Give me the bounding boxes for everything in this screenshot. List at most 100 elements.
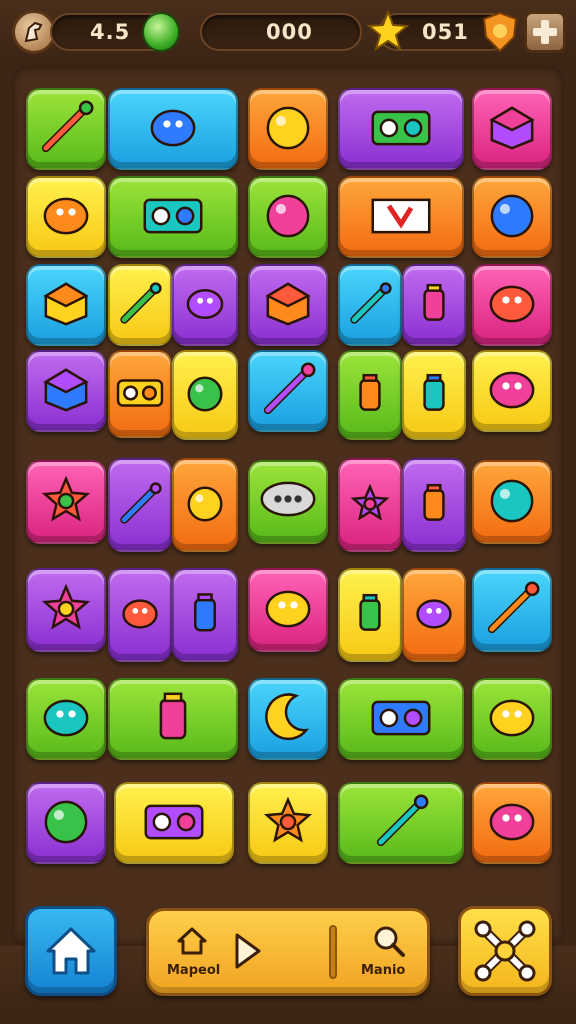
center-value: 000	[266, 20, 313, 44]
tile-green[interactable]	[248, 460, 328, 544]
pear-icon	[490, 194, 534, 238]
radio-icon	[371, 110, 431, 146]
bug-icon	[122, 599, 158, 629]
tile-purple[interactable]	[248, 264, 328, 346]
caterpillar-icon	[489, 803, 535, 841]
tile-purple[interactable]	[26, 782, 106, 864]
tile-yellow[interactable]	[472, 350, 552, 432]
tile-cyan[interactable]	[248, 678, 328, 760]
tile-orange[interactable]	[472, 460, 552, 544]
tile-purple[interactable]	[26, 568, 106, 652]
tile-pink[interactable]	[26, 460, 106, 544]
cube-icon	[265, 282, 311, 326]
tile-cyan[interactable]	[108, 88, 238, 170]
bucket-and-tool-icon	[150, 109, 196, 147]
tile-yellow[interactable]	[26, 176, 106, 258]
magnifier-icon[interactable]	[371, 923, 407, 959]
wand-icon	[120, 482, 162, 524]
tile-yellow[interactable]	[108, 264, 172, 346]
tile-green[interactable]	[26, 88, 106, 170]
ghost-icon	[265, 590, 311, 628]
camera-icon	[116, 379, 164, 407]
gear-icon	[41, 475, 91, 522]
lemon-icon	[44, 800, 88, 844]
green-gem-icon[interactable]	[142, 12, 180, 52]
stars-value: 051	[422, 20, 469, 44]
tile-cyan[interactable]	[472, 568, 552, 652]
tile-cyan[interactable]	[248, 350, 328, 432]
flag-icon	[371, 198, 431, 234]
tile-yellow[interactable]	[172, 350, 238, 440]
tile-green[interactable]	[26, 678, 106, 760]
tile-purple[interactable]	[172, 568, 238, 662]
target-icon	[490, 479, 534, 523]
plus-icon	[533, 20, 557, 44]
tile-yellow[interactable]	[248, 782, 328, 864]
tile-green[interactable]	[248, 176, 328, 258]
bread-icon	[43, 282, 89, 326]
tile-yellow[interactable]	[114, 782, 234, 864]
potion-icon	[423, 483, 445, 521]
honey-jar-icon	[159, 692, 187, 740]
tile-pink[interactable]	[248, 568, 328, 652]
crayon-icon	[487, 581, 540, 634]
tile-orange[interactable]	[338, 176, 464, 258]
tile-purple[interactable]	[108, 568, 172, 662]
rings-icon	[43, 197, 89, 235]
tile-purple[interactable]	[402, 458, 466, 552]
shield-icon	[482, 11, 518, 53]
tile-purple[interactable]	[338, 88, 464, 170]
settings-button[interactable]	[458, 906, 552, 996]
lollipop-icon	[263, 362, 316, 415]
center-counter: 000	[200, 13, 362, 51]
play-icon[interactable]	[231, 931, 265, 971]
tile-purple[interactable]	[26, 350, 106, 432]
tile-orange[interactable]	[108, 350, 172, 438]
home-icon	[46, 927, 96, 975]
jar-icon	[423, 373, 445, 411]
pencil-icon	[350, 282, 392, 324]
tile-cyan[interactable]	[338, 264, 402, 346]
carrot-icon	[120, 282, 162, 324]
home-button[interactable]	[25, 906, 117, 996]
lives-value: 4.5	[90, 20, 131, 44]
tile-orange[interactable]	[402, 568, 466, 662]
tile-orange[interactable]	[472, 176, 552, 258]
tile-orange[interactable]	[472, 782, 552, 864]
tube-icon	[423, 283, 445, 321]
tile-green[interactable]	[338, 678, 464, 760]
tile-orange[interactable]	[248, 88, 328, 170]
tile-green[interactable]	[338, 782, 464, 864]
tile-orange[interactable]	[172, 458, 238, 552]
tile-green[interactable]	[108, 176, 238, 258]
sun-icon	[263, 796, 313, 843]
tile-green[interactable]	[338, 350, 402, 440]
add-button[interactable]	[524, 11, 566, 53]
tile-yellow[interactable]	[402, 350, 466, 440]
tile-green[interactable]	[108, 678, 238, 760]
sword-icon	[376, 794, 429, 847]
chess-piece-icon	[359, 593, 381, 631]
bottle-icon	[359, 373, 381, 411]
home-small-icon[interactable]	[175, 925, 209, 957]
box-icon	[489, 106, 535, 150]
cheese-icon	[43, 368, 89, 412]
leaf-icon	[43, 699, 89, 737]
panel-left-label[interactable]: Mapeol	[167, 963, 220, 978]
tile-purple[interactable]	[402, 264, 466, 346]
tile-green[interactable]	[472, 678, 552, 760]
moon-icon	[265, 693, 309, 741]
star-icon	[366, 10, 410, 52]
tile-pink[interactable]	[472, 88, 552, 170]
panel-right-label[interactable]: Manio	[361, 963, 405, 978]
tile-cyan[interactable]	[26, 264, 106, 346]
tile-pink[interactable]	[472, 264, 552, 346]
tile-pink[interactable]	[338, 458, 402, 552]
star-tile-icon	[41, 583, 91, 630]
ball-icon	[266, 106, 310, 150]
tile-yellow[interactable]	[338, 568, 402, 662]
capsule-icon	[186, 288, 224, 320]
bone-cross-icon	[474, 920, 536, 982]
tile-purple[interactable]	[108, 458, 172, 552]
tile-purple[interactable]	[172, 264, 238, 346]
